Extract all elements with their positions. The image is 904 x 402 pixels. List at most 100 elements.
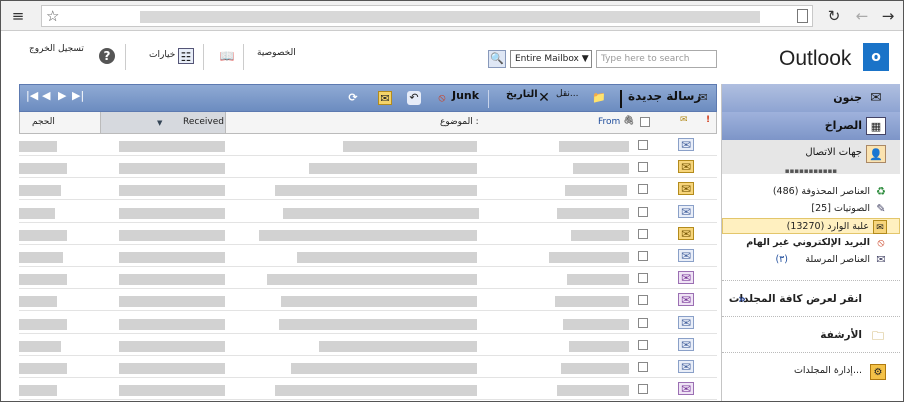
redacted-text — [19, 363, 67, 374]
inbox-icon: ✉ — [873, 220, 887, 234]
redacted-text — [319, 340, 477, 352]
archive-folder[interactable]: الأرشفة 🗀 — [722, 316, 900, 352]
envelope-icon: ✉ — [678, 249, 694, 263]
chevron-down-icon[interactable]: » — [734, 291, 750, 307]
prev-page-button[interactable]: ◀ — [42, 89, 50, 102]
envelope-icon: ✉ — [678, 293, 694, 307]
redacted-text — [279, 318, 477, 330]
table-row[interactable]: ✉ — [19, 312, 717, 334]
junk-icon[interactable]: ⦸ — [435, 91, 449, 105]
delete-icon[interactable]: ✕ — [537, 91, 551, 105]
folder-item[interactable]: العناصر المحذوفة (486) ♻ — [722, 184, 900, 200]
search-scope-select[interactable]: Entire Mailbox ▼ — [510, 50, 592, 68]
row-checkbox[interactable] — [638, 206, 648, 217]
logo-text: Outlook — [779, 47, 852, 70]
row-checkbox[interactable] — [638, 162, 648, 173]
row-checkbox[interactable] — [638, 140, 648, 150]
forward-icon[interactable]: → — [877, 5, 899, 27]
table-row[interactable]: ✉ — [19, 267, 717, 290]
redacted-text — [549, 252, 629, 263]
table-row[interactable]: ✉ — [19, 134, 717, 156]
divider — [488, 90, 489, 108]
message-type-icon[interactable]: ✉ — [680, 115, 688, 125]
folder-item[interactable]: الصوتيات [25] ✎ — [722, 201, 900, 217]
delete-button[interactable]: التاريخ — [506, 89, 538, 100]
table-row[interactable]: ✉ — [19, 223, 717, 245]
show-all-folders[interactable]: انقر لعرض كافة المجلدات » — [722, 280, 900, 316]
folder-item[interactable]: البريد الإلكتروني غير الهام ⦸ — [722, 235, 900, 251]
row-checkbox[interactable] — [638, 384, 648, 395]
table-row[interactable]: ✉ — [19, 356, 717, 378]
bookmark-star-icon[interactable]: ☆ — [46, 7, 59, 25]
folder-item[interactable]: العناصر المرسلة (٣) ✉ — [722, 252, 900, 268]
reload-icon[interactable]: ↻ — [823, 5, 845, 27]
options-link[interactable]: خيارات — [149, 50, 175, 60]
address-bar[interactable]: ☆ — [41, 5, 813, 27]
folder-label: علبة الوارد (13270) — [786, 221, 869, 232]
divider — [125, 44, 126, 70]
last-page-button[interactable]: ▶| — [72, 89, 84, 102]
envelope-icon: ✉ — [678, 204, 694, 218]
help-icon[interactable]: ? — [99, 48, 115, 64]
redacted-text — [259, 229, 477, 241]
move-folder-icon[interactable]: 📁 — [592, 91, 606, 105]
search-input[interactable]: Type here to search — [596, 50, 717, 68]
table-row[interactable]: ✉ — [19, 378, 717, 401]
table-row[interactable]: ✉ — [19, 245, 717, 267]
nav-contacts[interactable]: جهات الاتصال 👤 — [722, 140, 900, 168]
redacted-text — [19, 185, 61, 197]
row-checkbox[interactable] — [638, 273, 648, 284]
menu-icon[interactable]: ≡ — [7, 5, 29, 27]
folder-item[interactable]: علبة الوارد (13270) ✉ — [722, 218, 900, 234]
new-message-icon[interactable]: ✉ — [696, 91, 710, 105]
row-checkbox[interactable] — [638, 251, 648, 261]
redacted-text — [19, 252, 63, 263]
refresh-icon[interactable]: ⟳ — [346, 91, 360, 105]
table-row[interactable]: ✉ — [19, 289, 717, 312]
table-row[interactable]: ✉ — [19, 201, 717, 223]
reply-icon[interactable]: ↶ — [407, 91, 421, 105]
next-page-button[interactable]: ▶ — [58, 89, 66, 102]
row-checkbox[interactable] — [638, 228, 648, 239]
first-page-button[interactable]: |◀ — [26, 89, 38, 102]
column-received[interactable]: Received ▼ — [100, 112, 226, 133]
options-icon[interactable]: ☷ — [178, 48, 194, 64]
new-message-button[interactable]: رسالة جديدة — [628, 89, 701, 103]
redacted-text — [565, 185, 627, 197]
column-size[interactable]: الحجم — [32, 117, 55, 127]
table-row[interactable]: ✉ — [19, 156, 717, 179]
mail-icon[interactable]: ✉ — [378, 91, 392, 105]
column-from[interactable]: From — [598, 117, 620, 127]
address-book-icon[interactable]: 📖 — [219, 48, 235, 64]
row-checkbox[interactable] — [638, 184, 648, 195]
nav-mail[interactable]: جنون ✉ — [722, 84, 900, 112]
calendar-icon: ▦ — [866, 117, 886, 135]
signout-link[interactable]: تسجيل الخروج — [29, 44, 84, 54]
attachment-icon[interactable]: 🖇 — [623, 116, 634, 126]
search-icon[interactable]: 🔍 — [488, 50, 506, 68]
move-button[interactable]: نقل... — [556, 89, 578, 99]
privacy-link[interactable]: الخصوصية — [257, 48, 296, 58]
column-subject[interactable]: الموضوع : — [440, 117, 479, 127]
folder-label: البريد الإلكتروني غير الهام — [746, 237, 870, 248]
redacted-text — [19, 274, 67, 286]
row-checkbox[interactable] — [638, 295, 648, 306]
divider — [203, 44, 204, 70]
nav-calendar[interactable]: الصراخ ▦ — [722, 112, 900, 140]
back-icon[interactable]: ← — [851, 5, 873, 27]
divider — [243, 44, 244, 70]
table-row[interactable]: ✉ — [19, 178, 717, 201]
pane-resize-grip[interactable]: ▪▪▪▪▪▪▪▪▪▪▪ — [722, 168, 900, 175]
select-all-checkbox[interactable] — [640, 117, 650, 127]
junk-button[interactable]: Junk — [452, 89, 479, 102]
manage-folders[interactable]: إدارة المجلدات... ⚙ — [722, 352, 900, 388]
redacted-text — [557, 207, 629, 219]
importance-icon[interactable]: ! — [706, 115, 710, 125]
row-checkbox[interactable] — [638, 339, 648, 350]
table-row[interactable]: ✉ — [19, 334, 717, 356]
row-checkbox[interactable] — [638, 317, 648, 328]
redacted-text — [19, 163, 67, 175]
redacted-text — [281, 296, 477, 308]
envelope-icon: ✉ — [678, 315, 694, 329]
row-checkbox[interactable] — [638, 362, 648, 372]
